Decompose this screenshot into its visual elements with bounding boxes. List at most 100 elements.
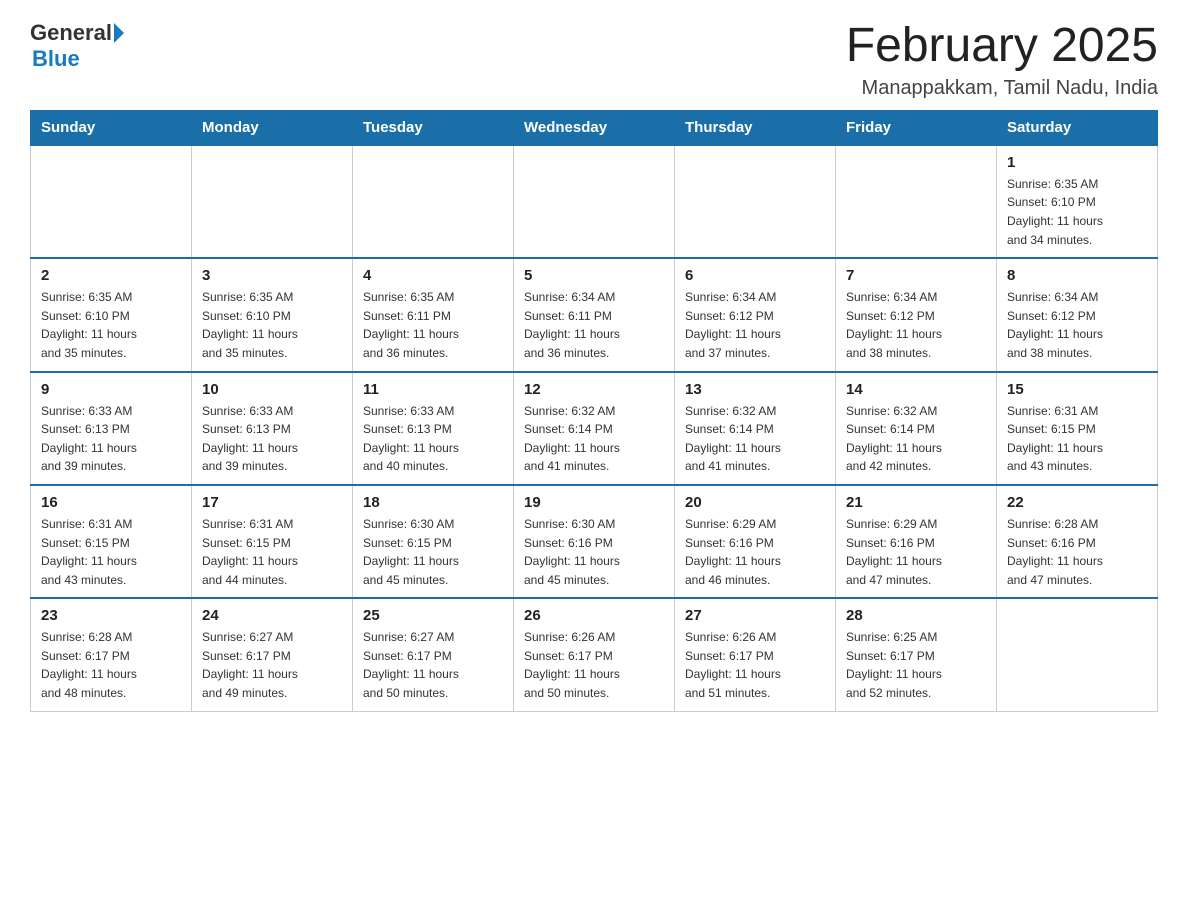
logo-general-text: General <box>30 20 112 46</box>
day-info: Sunrise: 6:35 AMSunset: 6:10 PMDaylight:… <box>41 288 181 362</box>
calendar-header-sunday: Sunday <box>31 110 192 145</box>
day-info: Sunrise: 6:32 AMSunset: 6:14 PMDaylight:… <box>685 402 825 476</box>
calendar-cell: 14 Sunrise: 6:32 AMSunset: 6:14 PMDayligh… <box>836 372 997 485</box>
day-number: 22 <box>1007 494 1147 511</box>
day-info: Sunrise: 6:32 AMSunset: 6:14 PMDaylight:… <box>524 402 664 476</box>
calendar-cell <box>836 145 997 258</box>
day-info: Sunrise: 6:33 AMSunset: 6:13 PMDaylight:… <box>202 402 342 476</box>
day-info: Sunrise: 6:31 AMSunset: 6:15 PMDaylight:… <box>202 515 342 589</box>
day-number: 6 <box>685 267 825 284</box>
day-info: Sunrise: 6:29 AMSunset: 6:16 PMDaylight:… <box>685 515 825 589</box>
calendar-cell: 21 Sunrise: 6:29 AMSunset: 6:16 PMDayligh… <box>836 485 997 598</box>
day-info: Sunrise: 6:35 AMSunset: 6:11 PMDaylight:… <box>363 288 503 362</box>
calendar-cell: 17Sunrise: 6:31 AMSunset: 6:15 PMDayligh… <box>192 485 353 598</box>
calendar-cell: 11Sunrise: 6:33 AMSunset: 6:13 PMDayligh… <box>353 372 514 485</box>
day-number: 28 <box>846 607 986 624</box>
calendar-cell: 26Sunrise: 6:26 AMSunset: 6:17 PMDayligh… <box>514 598 675 711</box>
calendar-cell: 27 Sunrise: 6:26 AMSunset: 6:17 PMDayligh… <box>675 598 836 711</box>
calendar-week-row-4: 16 Sunrise: 6:31 AMSunset: 6:15 PMDayligh… <box>31 485 1158 598</box>
calendar-header-friday: Friday <box>836 110 997 145</box>
day-number: 10 <box>202 381 342 398</box>
calendar-header-saturday: Saturday <box>997 110 1158 145</box>
day-number: 12 <box>524 381 664 398</box>
calendar-week-row-2: 2 Sunrise: 6:35 AMSunset: 6:10 PMDaylight… <box>31 258 1158 371</box>
logo: General Blue <box>30 20 126 72</box>
calendar-cell: 23 Sunrise: 6:28 AMSunset: 6:17 PMDayligh… <box>31 598 192 711</box>
day-number: 14 <box>846 381 986 398</box>
calendar-cell <box>997 598 1158 711</box>
calendar-header-wednesday: Wednesday <box>514 110 675 145</box>
calendar-cell: 19 Sunrise: 6:30 AMSunset: 6:16 PMDayligh… <box>514 485 675 598</box>
calendar-cell <box>675 145 836 258</box>
logo-triangle-icon <box>114 23 124 43</box>
day-info: Sunrise: 6:30 AMSunset: 6:15 PMDaylight:… <box>363 515 503 589</box>
day-info: Sunrise: 6:28 AMSunset: 6:17 PMDaylight:… <box>41 628 181 702</box>
month-title: February 2025 <box>846 20 1158 73</box>
calendar-cell <box>31 145 192 258</box>
day-info: Sunrise: 6:25 AMSunset: 6:17 PMDaylight:… <box>846 628 986 702</box>
day-number: 18 <box>363 494 503 511</box>
location-text: Manappakkam, Tamil Nadu, India <box>846 77 1158 100</box>
day-number: 24 <box>202 607 342 624</box>
calendar-header-row: SundayMondayTuesdayWednesdayThursdayFrid… <box>31 110 1158 145</box>
day-info: Sunrise: 6:33 AMSunset: 6:13 PMDaylight:… <box>41 402 181 476</box>
day-number: 25 <box>363 607 503 624</box>
day-number: 21 <box>846 494 986 511</box>
day-number: 2 <box>41 267 181 284</box>
calendar-cell: 3 Sunrise: 6:35 AMSunset: 6:10 PMDaylight… <box>192 258 353 371</box>
calendar-cell: 16 Sunrise: 6:31 AMSunset: 6:15 PMDayligh… <box>31 485 192 598</box>
calendar-cell: 10 Sunrise: 6:33 AMSunset: 6:13 PMDayligh… <box>192 372 353 485</box>
logo-blue-text: Blue <box>32 46 80 71</box>
day-number: 16 <box>41 494 181 511</box>
day-number: 13 <box>685 381 825 398</box>
day-info: Sunrise: 6:35 AMSunset: 6:10 PMDaylight:… <box>202 288 342 362</box>
day-info: Sunrise: 6:34 AMSunset: 6:12 PMDaylight:… <box>1007 288 1147 362</box>
calendar-cell: 2 Sunrise: 6:35 AMSunset: 6:10 PMDaylight… <box>31 258 192 371</box>
day-number: 23 <box>41 607 181 624</box>
day-info: Sunrise: 6:31 AMSunset: 6:15 PMDaylight:… <box>1007 402 1147 476</box>
calendar-cell: 5 Sunrise: 6:34 AMSunset: 6:11 PMDaylight… <box>514 258 675 371</box>
day-number: 27 <box>685 607 825 624</box>
logo-blue-part <box>112 23 126 43</box>
calendar-cell: 9 Sunrise: 6:33 AMSunset: 6:13 PMDaylight… <box>31 372 192 485</box>
day-info: Sunrise: 6:29 AMSunset: 6:16 PMDaylight:… <box>846 515 986 589</box>
day-info: Sunrise: 6:27 AMSunset: 6:17 PMDaylight:… <box>202 628 342 702</box>
calendar-week-row-1: 1Sunrise: 6:35 AMSunset: 6:10 PMDaylight… <box>31 145 1158 258</box>
day-info: Sunrise: 6:32 AMSunset: 6:14 PMDaylight:… <box>846 402 986 476</box>
calendar-cell: 15 Sunrise: 6:31 AMSunset: 6:15 PMDayligh… <box>997 372 1158 485</box>
day-info: Sunrise: 6:26 AMSunset: 6:17 PMDaylight:… <box>524 628 664 702</box>
day-info: Sunrise: 6:31 AMSunset: 6:15 PMDaylight:… <box>41 515 181 589</box>
calendar-cell: 6Sunrise: 6:34 AMSunset: 6:12 PMDaylight… <box>675 258 836 371</box>
calendar-cell: 28 Sunrise: 6:25 AMSunset: 6:17 PMDayligh… <box>836 598 997 711</box>
calendar-cell: 7Sunrise: 6:34 AMSunset: 6:12 PMDaylight… <box>836 258 997 371</box>
day-info: Sunrise: 6:30 AMSunset: 6:16 PMDaylight:… <box>524 515 664 589</box>
title-area: February 2025 Manappakkam, Tamil Nadu, I… <box>846 20 1158 100</box>
day-info: Sunrise: 6:26 AMSunset: 6:17 PMDaylight:… <box>685 628 825 702</box>
calendar-header-thursday: Thursday <box>675 110 836 145</box>
page-header: General Blue February 2025 Manappakkam, … <box>30 20 1158 100</box>
day-number: 15 <box>1007 381 1147 398</box>
day-info: Sunrise: 6:34 AMSunset: 6:11 PMDaylight:… <box>524 288 664 362</box>
day-number: 19 <box>524 494 664 511</box>
calendar-week-row-3: 9 Sunrise: 6:33 AMSunset: 6:13 PMDaylight… <box>31 372 1158 485</box>
calendar-cell: 1Sunrise: 6:35 AMSunset: 6:10 PMDaylight… <box>997 145 1158 258</box>
day-number: 5 <box>524 267 664 284</box>
day-number: 4 <box>363 267 503 284</box>
calendar-cell: 13 Sunrise: 6:32 AMSunset: 6:14 PMDayligh… <box>675 372 836 485</box>
calendar-cell <box>353 145 514 258</box>
day-info: Sunrise: 6:27 AMSunset: 6:17 PMDaylight:… <box>363 628 503 702</box>
day-number: 11 <box>363 381 503 398</box>
calendar-header-monday: Monday <box>192 110 353 145</box>
day-info: Sunrise: 6:35 AMSunset: 6:10 PMDaylight:… <box>1007 175 1147 249</box>
calendar-cell: 25 Sunrise: 6:27 AMSunset: 6:17 PMDayligh… <box>353 598 514 711</box>
day-number: 3 <box>202 267 342 284</box>
day-info: Sunrise: 6:34 AMSunset: 6:12 PMDaylight:… <box>846 288 986 362</box>
calendar-cell: 18 Sunrise: 6:30 AMSunset: 6:15 PMDayligh… <box>353 485 514 598</box>
calendar-cell: 20Sunrise: 6:29 AMSunset: 6:16 PMDayligh… <box>675 485 836 598</box>
calendar-table: SundayMondayTuesdayWednesdayThursdayFrid… <box>30 110 1158 712</box>
calendar-cell: 12 Sunrise: 6:32 AMSunset: 6:14 PMDayligh… <box>514 372 675 485</box>
day-info: Sunrise: 6:28 AMSunset: 6:16 PMDaylight:… <box>1007 515 1147 589</box>
calendar-cell: 4 Sunrise: 6:35 AMSunset: 6:11 PMDaylight… <box>353 258 514 371</box>
day-number: 9 <box>41 381 181 398</box>
calendar-cell: 8Sunrise: 6:34 AMSunset: 6:12 PMDaylight… <box>997 258 1158 371</box>
